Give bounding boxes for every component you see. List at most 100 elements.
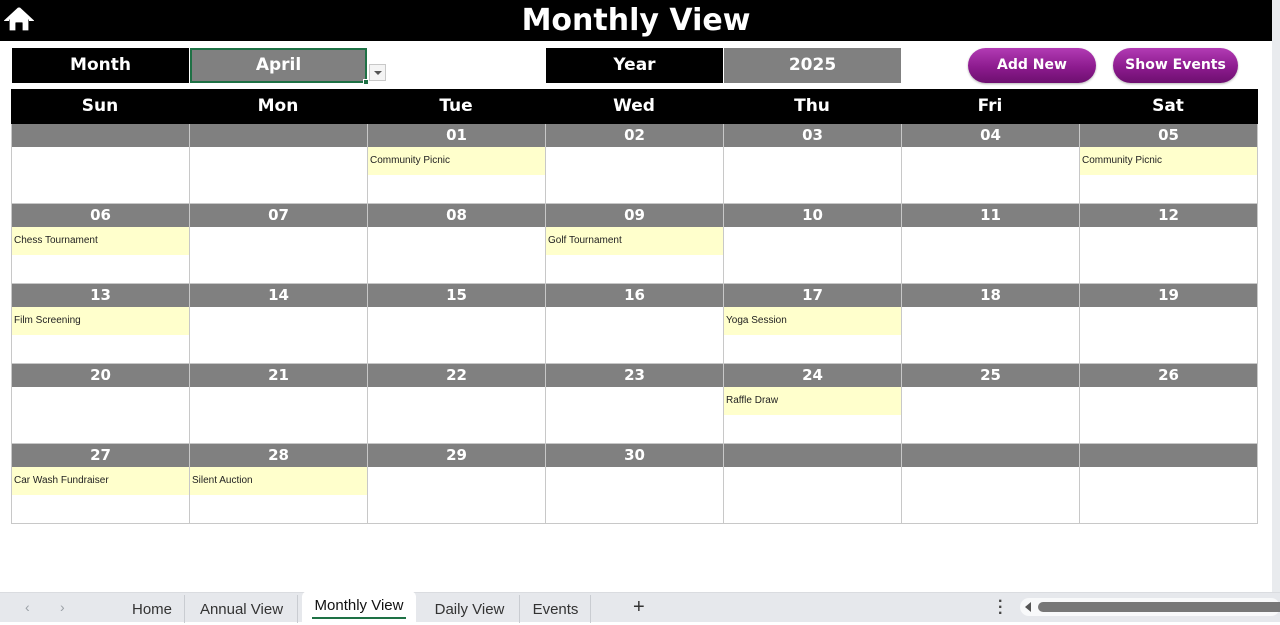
day-cell[interactable] (1080, 444, 1258, 524)
day-number: 08 (368, 204, 545, 227)
event-slot-empty (724, 227, 901, 255)
tab-annual-view[interactable]: Annual View (186, 595, 298, 623)
day-number: 21 (190, 364, 367, 387)
event-item[interactable]: Community Picnic (1080, 147, 1257, 175)
day-number: 23 (546, 364, 723, 387)
day-cell[interactable]: 25 (902, 364, 1080, 444)
chevron-right-icon[interactable]: › (60, 599, 65, 615)
event-slot-empty (902, 387, 1079, 415)
event-item[interactable]: Car Wash Fundraiser (12, 467, 189, 495)
day-cell[interactable]: 22 (368, 364, 546, 444)
day-cell[interactable]: 26 (1080, 364, 1258, 444)
day-cell[interactable]: 10 (724, 204, 902, 284)
day-cell[interactable]: 20 (12, 364, 190, 444)
day-number: 20 (12, 364, 189, 387)
event-slot-empty (368, 307, 545, 335)
day-cell[interactable]: 04 (902, 124, 1080, 204)
add-sheet-button[interactable]: + (633, 596, 645, 619)
day-cell[interactable]: 30 (546, 444, 724, 524)
day-cell[interactable]: 13 Film Screening (12, 284, 190, 364)
event-item[interactable]: Golf Tournament (546, 227, 723, 255)
day-cell[interactable]: 27 Car Wash Fundraiser (12, 444, 190, 524)
show-events-button[interactable]: Show Events (1113, 48, 1238, 83)
day-cell[interactable] (724, 444, 902, 524)
day-cell[interactable]: 05 Community Picnic (1080, 124, 1258, 204)
day-number: 25 (902, 364, 1079, 387)
scroll-left-icon[interactable] (1025, 602, 1031, 612)
add-new-button[interactable]: Add New (968, 48, 1096, 83)
more-vertical-icon[interactable]: · · · (998, 594, 1003, 622)
event-slot-empty (1080, 467, 1257, 495)
event-item[interactable]: Raffle Draw (724, 387, 901, 415)
event-slot-empty (902, 147, 1079, 175)
day-cell[interactable]: 29 (368, 444, 546, 524)
chevron-left-icon[interactable]: ‹ (25, 599, 30, 615)
day-number: 10 (724, 204, 901, 227)
calendar-week-row: 01 Community Picnic 02 03 04 05 Community Picn… (11, 124, 1258, 204)
event-item[interactable]: Film Screening (12, 307, 189, 335)
day-cell[interactable]: 28 Silent Auction (190, 444, 368, 524)
day-cell[interactable]: 15 (368, 284, 546, 364)
day-number: 16 (546, 284, 723, 307)
day-number: 01 (368, 124, 545, 147)
event-slot-empty (902, 307, 1079, 335)
day-number: 12 (1080, 204, 1257, 227)
tab-events[interactable]: Events (521, 595, 591, 623)
day-cell[interactable]: 09 Golf Tournament (546, 204, 724, 284)
day-number: 24 (724, 364, 901, 387)
day-cell[interactable]: 14 (190, 284, 368, 364)
tab-home[interactable]: Home (120, 595, 185, 623)
event-slot-empty (546, 467, 723, 495)
day-cell[interactable]: 06 Chess Tournament (12, 204, 190, 284)
day-cell[interactable]: 03 (724, 124, 902, 204)
day-cell[interactable]: 19 (1080, 284, 1258, 364)
day-cell[interactable] (190, 124, 368, 204)
day-number: 02 (546, 124, 723, 147)
vertical-scrollbar[interactable] (1272, 0, 1280, 592)
event-slot-empty (724, 467, 901, 495)
day-cell[interactable] (12, 124, 190, 204)
day-number (190, 124, 367, 147)
event-slot-empty (1080, 307, 1257, 335)
month-dropdown-button[interactable] (369, 64, 386, 81)
day-number: 03 (724, 124, 901, 147)
day-cell[interactable]: 02 (546, 124, 724, 204)
year-value-cell[interactable]: 2025 (724, 48, 901, 83)
weekday-header: Wed (613, 96, 655, 116)
event-item[interactable]: Silent Auction (190, 467, 367, 495)
day-cell[interactable]: 12 (1080, 204, 1258, 284)
day-cell[interactable]: 17 Yoga Session (724, 284, 902, 364)
calendar-week-row: 06 Chess Tournament 07 08 09 Golf Tournament 1… (11, 204, 1258, 284)
event-slot-empty (190, 227, 367, 255)
sheet-tab-bar: ‹ › Home Annual View Monthly View Daily … (0, 591, 1280, 623)
tab-daily-view[interactable]: Daily View (420, 595, 520, 623)
day-cell[interactable]: 07 (190, 204, 368, 284)
day-cell[interactable]: 21 (190, 364, 368, 444)
day-number (1080, 444, 1257, 467)
day-cell[interactable]: 24 Raffle Draw (724, 364, 902, 444)
weekday-header-row: Sun Mon Tue Wed Thu Fri Sat (11, 89, 1258, 124)
day-cell[interactable]: 18 (902, 284, 1080, 364)
tab-monthly-view[interactable]: Monthly View (302, 591, 416, 623)
day-cell[interactable]: 01 Community Picnic (368, 124, 546, 204)
event-item[interactable]: Chess Tournament (12, 227, 189, 255)
event-slot-empty (724, 147, 901, 175)
day-cell[interactable] (902, 444, 1080, 524)
month-value: April (255, 55, 302, 75)
horizontal-scrollbar[interactable] (1020, 598, 1280, 616)
event-item[interactable]: Yoga Session (724, 307, 901, 335)
event-slot-empty (1080, 387, 1257, 415)
home-icon[interactable] (4, 5, 34, 33)
month-select-cell[interactable]: April (190, 48, 369, 85)
day-cell[interactable]: 08 (368, 204, 546, 284)
day-number: 13 (12, 284, 189, 307)
day-cell[interactable]: 23 (546, 364, 724, 444)
calendar-week-row: 27 Car Wash Fundraiser 28 Silent Auction 29 3… (11, 444, 1258, 524)
day-cell[interactable]: 11 (902, 204, 1080, 284)
event-slot-empty (902, 227, 1079, 255)
event-item[interactable]: Community Picnic (368, 147, 545, 175)
day-number: 06 (12, 204, 189, 227)
day-cell[interactable]: 16 (546, 284, 724, 364)
event-slot-empty (1080, 227, 1257, 255)
scroll-thumb[interactable] (1038, 602, 1280, 612)
